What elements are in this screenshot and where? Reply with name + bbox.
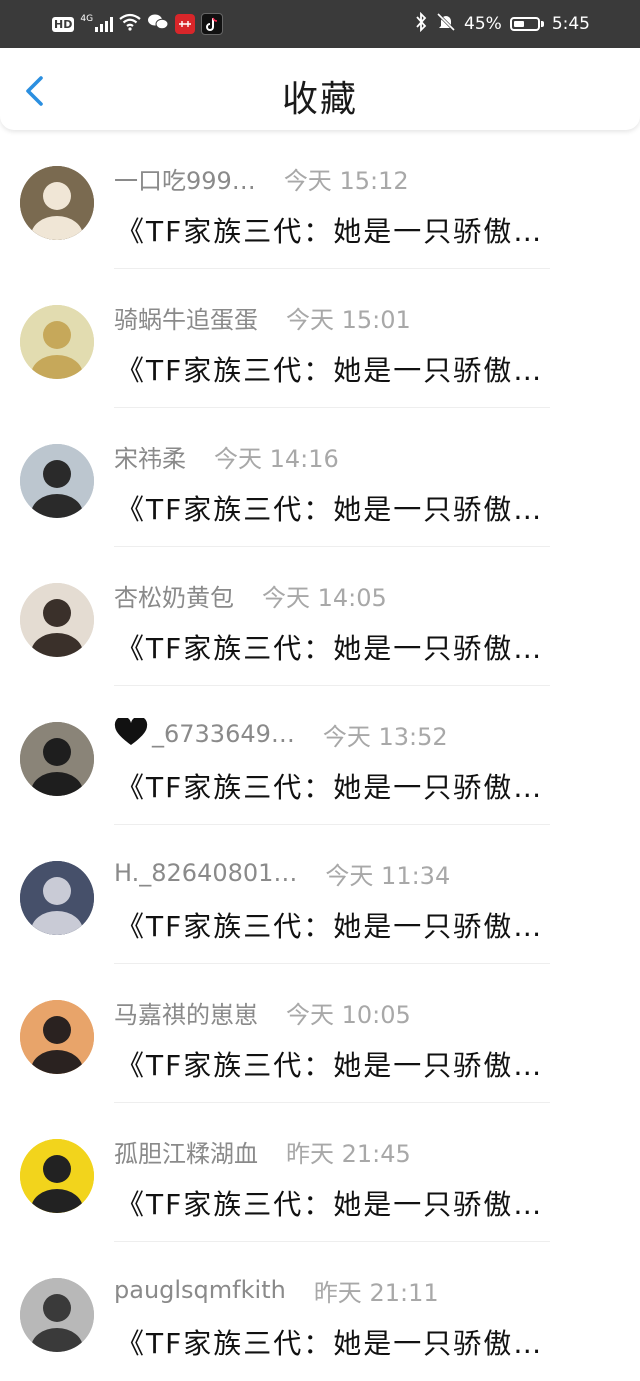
timestamp: 今天 11:34 [325, 861, 451, 890]
list-item[interactable]: pauglsqmfkith 昨天 21:11 《TF家族三代：她是一只骄傲… [0, 1242, 640, 1381]
work-title[interactable]: 《TF家族三代：她是一只骄傲… [116, 627, 543, 667]
timestamp: 今天 15:12 [283, 166, 409, 195]
item-meta: pauglsqmfkith 昨天 21:11 [114, 1274, 439, 1307]
work-title[interactable]: 《TF家族三代：她是一只骄傲… [116, 1183, 543, 1223]
timestamp: 昨天 21:45 [286, 1139, 411, 1168]
status-bar-left: HD 4G [52, 12, 224, 36]
favorites-list: 一口吃999… 今天 15:12 《TF家族三代：她是一只骄傲… 骑蜗牛追蛋蛋 今天 1… [0, 130, 640, 1381]
list-item[interactable]: 一口吃999… 今天 15:12 《TF家族三代：她是一只骄傲… [0, 130, 640, 269]
avatar-boy-portrait[interactable] [20, 444, 94, 518]
tiktok-icon [201, 13, 224, 35]
timestamp: 今天 14:16 [214, 444, 339, 473]
avatar-anime-girl[interactable] [20, 305, 94, 379]
battery-percent: 45% [464, 14, 502, 34]
status-bar: HD 4G 45% 5:45 [0, 0, 640, 48]
battery-icon [509, 17, 544, 31]
item-meta: 宋祎柔 今天 14:16 [114, 439, 339, 474]
user-name[interactable]: 马嘉祺的崽崽 [114, 995, 258, 1030]
avatar-boy-sunset[interactable] [20, 1000, 94, 1074]
item-meta: _6733649… 今天 13:52 [114, 716, 448, 751]
user-name[interactable]: 一口吃999… [114, 161, 256, 196]
avatar-girl-dark[interactable] [20, 722, 94, 796]
user-name[interactable]: 杏松奶黄包 [114, 578, 234, 613]
timestamp: 今天 14:05 [262, 583, 387, 612]
page-header: 收藏 [0, 48, 640, 130]
signal-icon [95, 16, 114, 32]
user-name[interactable]: 孤胆江糅湖血 [114, 1134, 258, 1169]
work-title[interactable]: 《TF家族三代：她是一只骄傲… [116, 1322, 543, 1362]
network-type-label: 4G [80, 14, 94, 24]
work-title[interactable]: 《TF家族三代：她是一只骄傲… [116, 766, 543, 806]
work-title[interactable]: 《TF家族三代：她是一只骄傲… [116, 488, 543, 528]
avatar-plush-toy[interactable] [20, 166, 94, 240]
item-meta: 骑蜗牛追蛋蛋 今天 15:01 [114, 300, 411, 335]
list-item[interactable]: 孤胆江糅湖血 昨天 21:45 《TF家族三代：她是一只骄傲… [0, 1103, 640, 1242]
item-meta: 一口吃999… 今天 15:12 [114, 161, 409, 196]
page-title: 收藏 [281, 79, 358, 120]
avatar-yellow-sketch[interactable] [20, 1139, 94, 1213]
item-meta: 马嘉祺的崽崽 今天 10:05 [114, 995, 411, 1030]
timestamp: 昨天 21:11 [313, 1278, 439, 1307]
user-name[interactable]: pauglsqmfkith [114, 1276, 286, 1304]
item-meta: H._82640801… 今天 11:34 [114, 857, 451, 890]
list-item[interactable]: 宋祎柔 今天 14:16 《TF家族三代：她是一只骄傲… [0, 408, 640, 547]
item-meta: 孤胆江糅湖血 昨天 21:45 [114, 1134, 411, 1169]
user-name[interactable]: H._82640801… [114, 859, 297, 887]
work-title[interactable]: 《TF家族三代：她是一只骄傲… [116, 905, 543, 945]
status-bar-right: 45% 5:45 [414, 11, 590, 37]
list-item[interactable]: 杏松奶黄包 今天 14:05 《TF家族三代：她是一只骄傲… [0, 547, 640, 686]
timestamp: 今天 13:52 [322, 722, 448, 751]
work-title[interactable]: 《TF家族三代：她是一只骄傲… [116, 210, 543, 250]
work-title[interactable]: 《TF家族三代：她是一只骄傲… [116, 1044, 543, 1084]
avatar-boy-white-shirt[interactable] [20, 583, 94, 657]
user-name[interactable]: 宋祎柔 [114, 439, 186, 474]
list-item[interactable]: _6733649… 今天 13:52 《TF家族三代：她是一只骄傲… [0, 686, 640, 825]
avatar-gray-photo[interactable] [20, 1278, 94, 1352]
hd-badge: HD [52, 16, 75, 32]
list-item[interactable]: 马嘉祺的崽崽 今天 10:05 《TF家族三代：她是一只骄傲… [0, 964, 640, 1103]
wechat-icon [147, 13, 169, 35]
timestamp: 今天 10:05 [286, 1000, 411, 1029]
clock: 5:45 [551, 14, 590, 34]
bluetooth-icon [414, 11, 428, 37]
work-title[interactable]: 《TF家族三代：她是一只骄傲… [116, 349, 543, 389]
user-name[interactable]: _6733649… [152, 720, 295, 748]
timestamp: 今天 15:01 [286, 305, 411, 334]
item-meta: 杏松奶黄包 今天 14:05 [114, 578, 387, 613]
black-heart-icon [114, 716, 148, 750]
list-item[interactable]: 骑蜗牛追蛋蛋 今天 15:01 《TF家族三代：她是一只骄傲… [0, 269, 640, 408]
list-item[interactable]: H._82640801… 今天 11:34 《TF家族三代：她是一只骄傲… [0, 825, 640, 964]
wifi-icon [119, 13, 141, 35]
app-notification-icon [175, 14, 196, 34]
user-name[interactable]: 骑蜗牛追蛋蛋 [114, 300, 258, 335]
avatar-girl-blue[interactable] [20, 861, 94, 935]
mute-bell-icon [436, 12, 456, 37]
